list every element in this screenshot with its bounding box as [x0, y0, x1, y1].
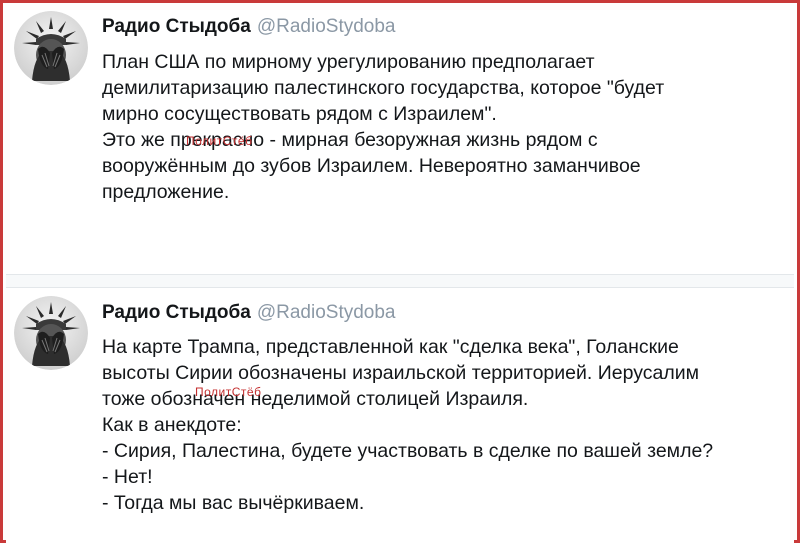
tweet-header: Радио Стыдоба @RadioStydoba — [102, 302, 396, 324]
tweet-text-line: вооружённым до зубов Израилем. Невероятн… — [102, 155, 641, 177]
screenshot-frame: Радио Стыдоба @RadioStydoba План США по м… — [0, 0, 800, 543]
tweet-card[interactable]: Радио Стыдоба @RadioStydoba План США по м… — [6, 6, 794, 274]
tweet-text-line: - Нет! — [102, 466, 153, 488]
tweet-text-line: План США по мирному урегулированию предп… — [102, 51, 595, 73]
tweet-text: На карте Трампа, представленной как "сде… — [102, 334, 800, 516]
tweet-card[interactable]: Радио Стыдоба @RadioStydoba На карте Трам… — [6, 288, 794, 543]
tweet-text-line: предложение. — [102, 181, 230, 203]
statue-of-liberty-avatar-icon — [14, 296, 88, 370]
tweet-header: Радио Стыдоба @RadioStydoba — [102, 16, 396, 38]
tweet-text-line: мирно сосуществовать рядом с Израилем". — [102, 103, 497, 125]
tweet-text-line: Как в анекдоте: — [102, 414, 242, 436]
avatar[interactable] — [14, 296, 88, 370]
author-handle[interactable]: @RadioStydoba — [257, 16, 396, 37]
watermark: ПолитСтёб — [195, 385, 262, 399]
author-name[interactable]: Радио Стыдоба — [102, 302, 251, 323]
watermark: ПолитСтёб — [186, 134, 253, 148]
tweet-text-line: - Сирия, Палестина, будете участвовать в… — [102, 440, 714, 462]
avatar[interactable] — [14, 11, 88, 85]
tweet-text-line: высоты Сирии обозначены израильской терр… — [102, 362, 700, 384]
author-name[interactable]: Радио Стыдоба — [102, 16, 251, 37]
tweet-text: План США по мирному урегулированию предп… — [102, 49, 800, 205]
tweet-text-line: - Тогда мы вас вычёркиваем. — [102, 492, 365, 514]
tweet-text-line: демилитаризацию палестинского государств… — [102, 77, 665, 99]
tweet-separator — [6, 274, 794, 288]
author-handle[interactable]: @RadioStydoba — [257, 302, 396, 323]
statue-of-liberty-avatar-icon — [14, 11, 88, 85]
tweet-text-line: На карте Трампа, представленной как "сде… — [102, 336, 679, 358]
